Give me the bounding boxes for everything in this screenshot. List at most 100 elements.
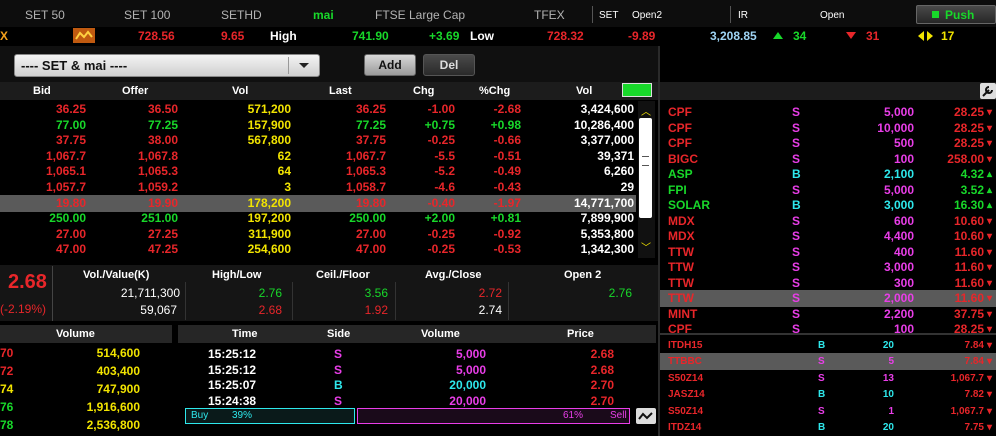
deriv-ticker-row[interactable]: JASZ14 B 10 7.82 ▾	[660, 386, 996, 403]
ir-label: IR	[738, 10, 748, 21]
trade-arrow-icon: ▾	[987, 246, 993, 258]
cell-chg: -5.5	[434, 148, 455, 163]
deriv-side: S	[818, 405, 825, 417]
trade-volume: 2,200	[883, 306, 914, 321]
table-row[interactable]: 37.75 38.00 567,800 37.75 -0.25 -0.66 3,377,00…	[0, 132, 636, 149]
trade-ticker-row[interactable]: MINT S 2,200 37.75 ▾	[660, 306, 996, 323]
trade-ticker-row[interactable]: TTW S 3,000 11.60 ▾	[660, 259, 996, 276]
tick-price: 2.68	[590, 347, 614, 361]
tab-tfex[interactable]: TFEX	[534, 8, 565, 22]
trade-symbol: TTW	[668, 260, 694, 274]
cell-chg: +2.00	[424, 211, 455, 226]
cell-offer: 47.25	[147, 242, 178, 257]
col-pchg: %Chg	[479, 85, 511, 97]
tick-side: S	[334, 393, 343, 408]
deriv-price: 7.75	[964, 422, 984, 433]
deriv-ticker-row[interactable]: S50Z14 S 13 1,067.7 ▾	[660, 370, 996, 387]
cell-bid: 1,057.7	[45, 180, 86, 194]
tab-ftse[interactable]: FTSE Large Cap	[375, 8, 465, 22]
quote-sep-3	[395, 282, 396, 320]
trade-ticker-row[interactable]: CPF S 500 28.25 ▾	[660, 135, 996, 152]
trade-side: B	[792, 198, 801, 212]
trade-ticker-row[interactable]: MDX S 600 10.60 ▾	[660, 213, 996, 230]
trade-ticker-row[interactable]: TTW S 2,000 11.60 ▾	[660, 290, 996, 307]
deriv-arrow-icon: ▾	[987, 340, 993, 351]
deriv-volume: 5	[888, 356, 894, 368]
trade-ticker-row[interactable]: FPI S 5,000 3.52 ▴	[660, 182, 996, 199]
bidoffer-col-volume: Volume	[56, 328, 95, 340]
tab-mai[interactable]: mai	[313, 8, 334, 22]
scroll-thumb[interactable]	[639, 118, 652, 218]
trade-volume: 5,000	[883, 105, 914, 119]
tick-time: 15:25:07	[208, 378, 257, 392]
ticker-low-change: -9.89	[628, 29, 656, 43]
chevron-down-icon[interactable]	[299, 63, 309, 68]
trade-symbol: CPF	[668, 120, 692, 135]
trade-arrow-icon: ▾	[987, 308, 993, 320]
cell-total-vol: 14,771,700	[573, 195, 634, 210]
trade-ticker-row[interactable]: ASP B 2,100 4.32 ▴	[660, 166, 996, 183]
table-row[interactable]: 1,067.7 1,067.8 62 1,067.7 -5.5 -0.51 39,371	[0, 148, 636, 165]
table-row[interactable]: 1,057.7 1,059.2 3 1,058.7 -4.6 -0.43 29	[0, 179, 636, 196]
deriv-side: S	[818, 372, 825, 384]
battery-icon[interactable]	[622, 83, 652, 97]
trade-ticker-row[interactable]: TTW S 400 11.60 ▾	[660, 244, 996, 261]
trade-ticker-row[interactable]: BIGC S 100 258.00 ▾	[660, 151, 996, 168]
quote-ceil: 3.56	[364, 286, 388, 300]
ticker-volume: 3,208.85	[710, 29, 757, 43]
ticker-v1: 728.56	[138, 29, 175, 43]
deriv-price: 7.84	[964, 340, 984, 351]
ticker-low-value: 728.32	[547, 29, 584, 43]
trade-price: 28.25	[953, 322, 984, 336]
cell-last: 1,058.7	[345, 180, 386, 194]
trade-ticker-row[interactable]: TTW S 300 11.60 ▾	[660, 275, 996, 292]
tab-set100[interactable]: SET 100	[124, 8, 170, 22]
buy-label: Buy	[191, 410, 209, 421]
deriv-side: B	[818, 389, 826, 401]
add-button[interactable]: Add	[364, 54, 416, 76]
deriv-ticker-row[interactable]: ITDH15 B 20 7.84 ▾	[660, 337, 996, 354]
bidoffer-price: 72	[0, 364, 14, 378]
trade-symbol: TTW	[668, 244, 694, 259]
table-row[interactable]: 250.00 251.00 197,200 250.00 +2.00 +0.81 7,899…	[0, 210, 636, 227]
tick-chart-button[interactable]	[636, 408, 656, 424]
scroll-up-icon[interactable]: ︿	[641, 103, 651, 118]
deriv-ticker-row[interactable]: ITDZ14 B 20 7.75 ▾	[660, 419, 996, 436]
table-row[interactable]: 27.00 27.25 311,900 27.00 -0.25 -0.92 5,353,80…	[0, 226, 636, 243]
bidoffer-price: 70	[0, 346, 14, 360]
main-scrollbar[interactable]: ︿ ﹀	[638, 101, 655, 258]
tick-volume: 20,000	[449, 393, 486, 408]
trade-symbol: TTW	[668, 291, 694, 305]
trade-ticker-row[interactable]: CPF S 10,000 28.25 ▾	[660, 120, 996, 137]
favorite-select[interactable]: ---- SET & mai ----	[14, 54, 320, 77]
deriv-ticker-row[interactable]: S50Z14 S 1 1,067.7 ▾	[660, 403, 996, 420]
trade-side: B	[792, 167, 801, 181]
trade-volume: 300	[893, 275, 914, 290]
trade-ticker-row[interactable]: CPF S 5,000 28.25 ▾	[660, 104, 996, 121]
trade-price: 37.75	[953, 306, 984, 321]
tab-sethd[interactable]: SETHD	[221, 8, 262, 22]
trade-price: 3.52	[960, 182, 984, 197]
trade-ticker-row[interactable]: CPF S 100 28.25 ▾	[660, 321, 996, 338]
push-button[interactable]: Push	[916, 5, 996, 24]
table-row[interactable]: 19.80 19.90 178,200 19.80 -0.40 -1.97 14,771,7…	[0, 194, 636, 212]
table-row[interactable]: 77.00 77.25 157,900 77.25 +0.75 +0.98 10,286,4…	[0, 117, 636, 134]
tick-time: 15:24:38	[208, 393, 257, 408]
del-button[interactable]: Del	[423, 54, 475, 76]
scroll-down-icon[interactable]: ﹀	[641, 239, 651, 254]
trade-ticker-row[interactable]: SOLAR B 3,000 16.30 ▴	[660, 197, 996, 214]
trade-volume: 10,000	[877, 120, 914, 135]
wrench-icon[interactable]	[980, 83, 996, 99]
trade-side: S	[792, 120, 801, 135]
tab-set50[interactable]: SET 50	[25, 8, 65, 22]
ticker-chart-icon[interactable]	[73, 28, 95, 43]
deriv-ticker-row[interactable]: TTBBC S 5 7.84 ▾	[660, 353, 996, 371]
trade-volume: 100	[893, 322, 914, 336]
table-row[interactable]: 36.25 36.50 571,200 36.25 -1.00 -2.68 3,424,60…	[0, 101, 636, 118]
cell-total-vol: 6,260	[603, 164, 634, 179]
trade-ticker-row[interactable]: MDX S 4,400 10.60 ▾	[660, 228, 996, 245]
trade-price: 10.60	[953, 213, 984, 228]
table-row[interactable]: 47.00 47.25 254,600 47.00 -0.25 -0.53 1,342,30…	[0, 241, 636, 258]
quote-sep-4	[508, 282, 509, 320]
table-row[interactable]: 1,065.1 1,065.3 64 1,065.3 -5.2 -0.49 6,260	[0, 163, 636, 180]
